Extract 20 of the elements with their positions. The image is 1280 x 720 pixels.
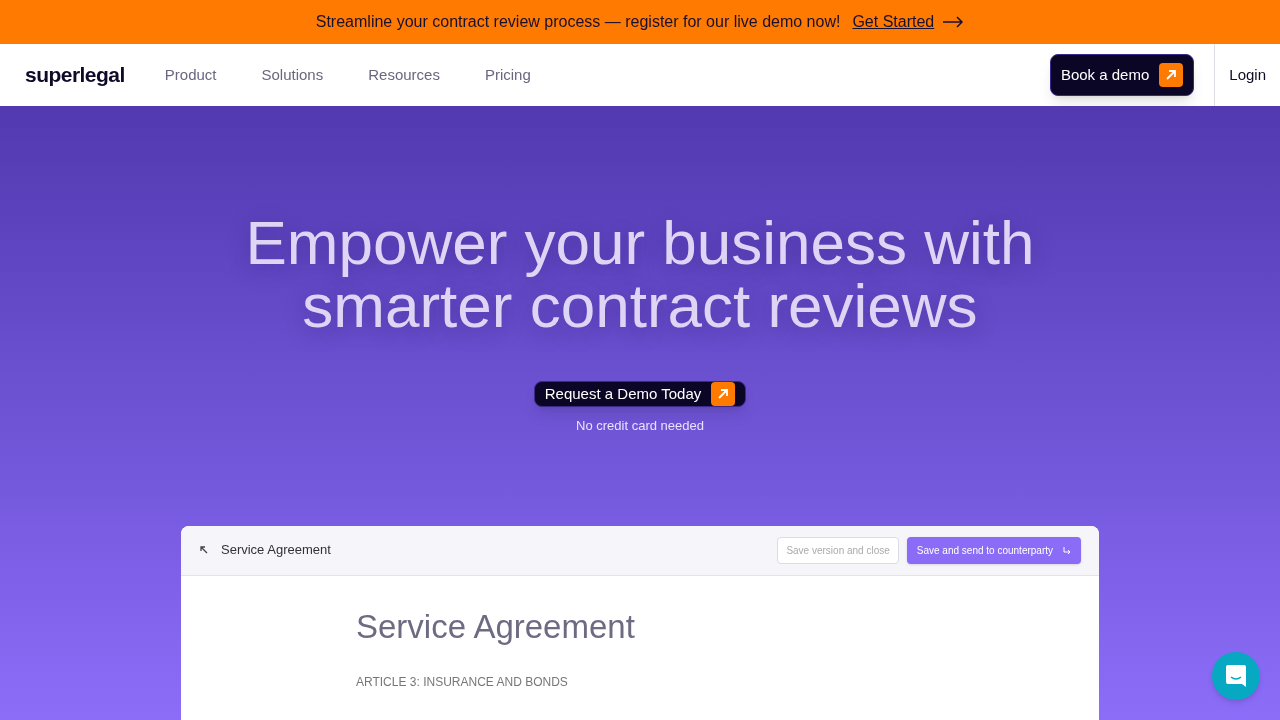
return-arrow-icon bbox=[1063, 546, 1071, 554]
chat-icon bbox=[1225, 664, 1247, 688]
book-demo-button[interactable]: Book a demo bbox=[1049, 54, 1195, 96]
arrow-right-icon bbox=[942, 16, 965, 28]
hero-heading: Empower your business with smarter contract reviews bbox=[245, 211, 1035, 337]
nav-link[interactable]: Solutions bbox=[261, 63, 324, 87]
document-heading: ARTICLE 3: INSURANCE AND BONDS bbox=[356, 674, 569, 691]
save-and-send-button[interactable]: Save and send to counterparty bbox=[906, 536, 1081, 564]
logo[interactable]: superlegal bbox=[25, 59, 125, 91]
request-demo-button[interactable]: Request a Demo Today bbox=[533, 381, 747, 407]
nav-link[interactable]: Product bbox=[164, 63, 217, 87]
banner-text: Streamline your contract review process — register for our live demo now! bbox=[315, 12, 841, 32]
arrow-up-left-icon bbox=[199, 545, 209, 555]
nav-link[interactable]: Resources bbox=[368, 63, 440, 87]
get-started-link[interactable]: Get Started bbox=[852, 10, 935, 34]
document-title: Service Agreement bbox=[356, 606, 636, 647]
preview-title: Service Agreement bbox=[221, 541, 331, 560]
nav-link[interactable]: Pricing bbox=[484, 63, 531, 87]
no-credit-card-note: No credit card needed bbox=[576, 417, 704, 435]
login-link[interactable]: Login bbox=[1215, 63, 1280, 87]
